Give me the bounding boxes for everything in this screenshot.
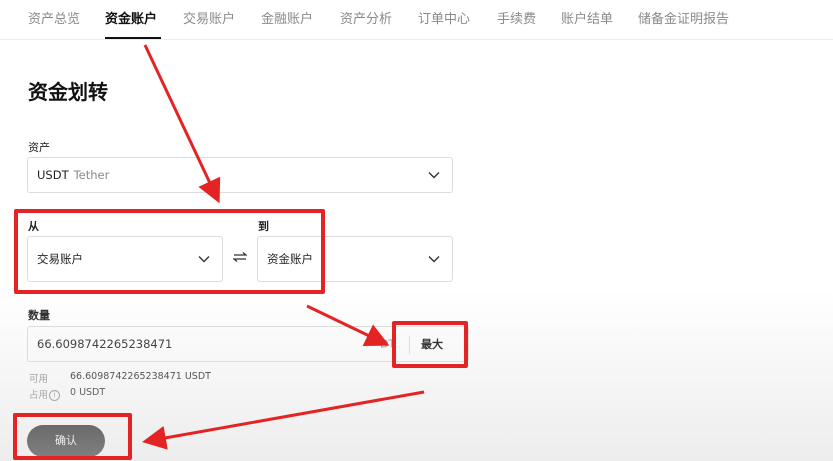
to-account-select[interactable]: 资金账户 bbox=[257, 236, 453, 282]
tab-trading-account[interactable]: 交易账户 bbox=[183, 8, 235, 27]
arrow-to-confirm bbox=[142, 390, 425, 450]
asset-select-value: USDT Tether bbox=[37, 168, 110, 182]
amount-input[interactable]: 66.6098742265238471 DT 最大 bbox=[27, 326, 469, 362]
info-icon[interactable]: i bbox=[49, 390, 61, 401]
active-tab-indicator bbox=[105, 37, 161, 39]
chevron-down-icon bbox=[198, 256, 210, 263]
tab-asset-analysis[interactable]: 资产分析 bbox=[340, 8, 392, 27]
from-label: 从 bbox=[28, 220, 39, 233]
to-account-value: 资金账户 bbox=[267, 252, 313, 266]
swap-icon[interactable] bbox=[233, 251, 247, 263]
annotation-arrows bbox=[142, 44, 425, 450]
amount-value: 66.6098742265238471 bbox=[37, 337, 173, 351]
amount-unit: DT bbox=[380, 337, 396, 351]
asset-select[interactable]: USDT Tether bbox=[27, 157, 453, 193]
account-tabs: 资产总览 资金账户 交易账户 金融账户 资产分析 订单中心 手续费 账户结单 储… bbox=[0, 0, 833, 40]
available-label: 可用 bbox=[29, 374, 49, 385]
to-label: 到 bbox=[258, 220, 269, 233]
page-title: 资金划转 bbox=[28, 80, 108, 104]
from-account-select[interactable]: 交易账户 bbox=[27, 236, 223, 282]
chevron-down-icon bbox=[428, 256, 440, 263]
tab-proof-of-reserves[interactable]: 储备金证明报告 bbox=[638, 8, 729, 27]
occupied-value: 0 USDT bbox=[70, 387, 106, 398]
from-account-value: 交易账户 bbox=[37, 252, 83, 266]
max-button[interactable]: 最大 bbox=[421, 336, 443, 352]
tab-finance-account[interactable]: 金融账户 bbox=[261, 8, 313, 27]
tab-order-center[interactable]: 订单中心 bbox=[418, 8, 470, 27]
tab-asset-overview[interactable]: 资产总览 bbox=[28, 8, 80, 27]
asset-label: 资产 bbox=[28, 141, 50, 154]
amount-divider bbox=[409, 336, 410, 354]
chevron-down-icon bbox=[428, 172, 440, 179]
occupied-label-group: 占用 i bbox=[29, 387, 61, 401]
tab-statements[interactable]: 账户结单 bbox=[561, 8, 613, 27]
amount-label: 数量 bbox=[28, 309, 50, 322]
confirm-button[interactable]: 确认 bbox=[27, 425, 105, 457]
tab-funding-account[interactable]: 资金账户 bbox=[105, 8, 157, 27]
available-value: 66.6098742265238471 USDT bbox=[70, 371, 211, 382]
occupied-label: 占用 bbox=[29, 390, 49, 401]
tab-fees[interactable]: 手续费 bbox=[497, 8, 536, 27]
